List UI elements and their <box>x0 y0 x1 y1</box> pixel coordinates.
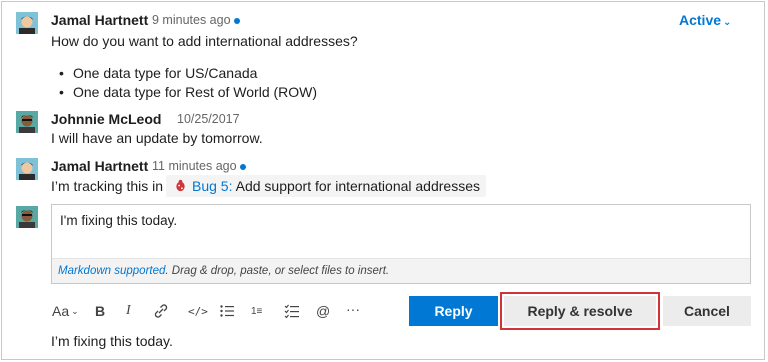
chevron-down-icon: ⌄ <box>71 305 79 316</box>
more-options-button[interactable]: ··· <box>346 300 360 318</box>
reply-preview: I’m fixing this today. <box>51 333 173 349</box>
list-item: One data type for US/Canada <box>59 65 257 81</box>
work-item-link[interactable]: Bug 5: Add support for international add… <box>166 175 486 197</box>
avatar-jamal-hartnett <box>16 158 38 180</box>
link-button[interactable] <box>153 302 169 320</box>
format-button[interactable]: Aa ⌄ <box>52 302 79 320</box>
comment-timestamp: 11 minutes ago <box>152 159 237 173</box>
chevron-down-icon: ⌄ <box>723 17 732 28</box>
italic-button[interactable]: I <box>126 302 131 320</box>
numbered-list-button[interactable]: 1≡ <box>251 302 262 320</box>
work-item-title: Add support for international addresses <box>235 178 480 194</box>
link-icon <box>154 304 168 318</box>
avatar-current-user <box>16 206 38 228</box>
work-item-id[interactable]: Bug 5: <box>192 178 232 194</box>
mention-button[interactable]: @ <box>316 302 330 320</box>
bold-button[interactable]: B <box>95 302 105 320</box>
editor-hint: . Drag & drop, paste, or select files to… <box>165 265 390 277</box>
bold-icon: B <box>95 303 106 319</box>
reply-editor[interactable]: I'm fixing this today. Markdown supporte… <box>51 204 751 284</box>
numbered-list-icon: 1≡ <box>251 305 263 317</box>
comment-author[interactable]: Jamal Hartnett <box>51 12 148 28</box>
comment-text: I will have an update by tomorrow. <box>51 130 263 146</box>
comment-author[interactable]: Johnnie McLeod <box>51 111 161 127</box>
mention-icon: @ <box>316 303 331 319</box>
cancel-button[interactable]: Cancel <box>663 296 751 326</box>
markdown-link[interactable]: Markdown supported <box>58 265 165 277</box>
comment-author[interactable]: Jamal Hartnett <box>51 158 148 174</box>
thread-status-dropdown[interactable]: Active ⌄ <box>679 12 731 28</box>
avatar-jamal-hartnett <box>16 12 38 34</box>
list-item: One data type for Rest of World (ROW) <box>59 84 317 100</box>
code-button[interactable]: </> <box>188 302 208 320</box>
thread-status-label: Active <box>679 12 722 28</box>
reply-and-resolve-button[interactable]: Reply & resolve <box>500 292 660 330</box>
bulleted-list-button[interactable] <box>219 302 235 320</box>
comment-text: How do you want to add international add… <box>51 33 358 49</box>
editor-footer: Markdown supported. Drag & drop, paste, … <box>52 258 750 283</box>
checklist-button[interactable] <box>284 302 300 320</box>
unread-dot-icon <box>234 18 240 24</box>
comment-text: I’m tracking this in <box>51 178 164 194</box>
avatar-johnnie-mcleod <box>16 111 38 133</box>
bulleted-list-icon <box>220 305 234 317</box>
reply-button[interactable]: Reply <box>409 296 498 326</box>
reply-input[interactable]: I'm fixing this today. <box>60 213 177 228</box>
italic-icon: I <box>126 303 131 318</box>
comment-timestamp: 10/25/2017 <box>177 112 240 126</box>
more-icon: ··· <box>346 301 360 317</box>
comment-timestamp: 9 minutes ago <box>152 13 231 27</box>
code-icon: </> <box>188 304 208 318</box>
unread-dot-icon <box>240 164 246 170</box>
format-label: Aa <box>52 303 70 319</box>
checklist-icon <box>284 304 299 319</box>
bug-icon <box>176 179 185 192</box>
